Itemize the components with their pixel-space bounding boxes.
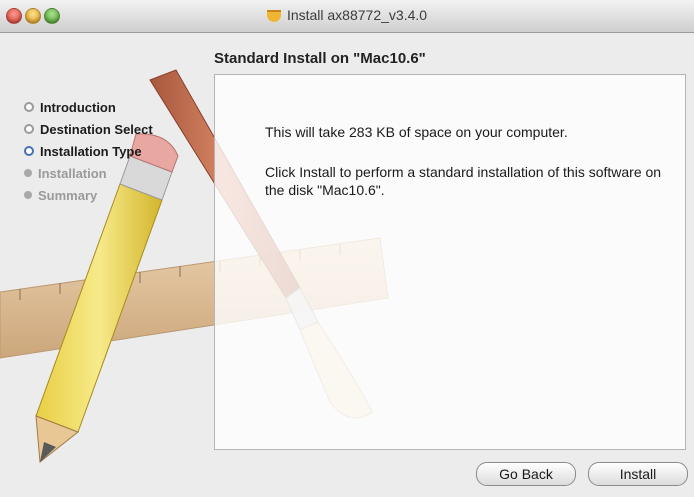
page-heading: Standard Install on "Mac10.6" xyxy=(214,50,426,67)
step-installation: Installation xyxy=(24,162,153,184)
step-label: Installation Type xyxy=(40,143,142,159)
install-button[interactable]: Install xyxy=(588,462,688,486)
step-label: Introduction xyxy=(40,99,116,115)
step-introduction: Introduction xyxy=(24,96,153,118)
installer-window: Install ax88772_v3.4.0 Standard Install … xyxy=(0,0,694,497)
go-back-button[interactable]: Go Back xyxy=(476,462,576,486)
install-instructions-text: Click Install to perform a standard inst… xyxy=(265,164,662,198)
step-summary: Summary xyxy=(24,184,153,206)
package-icon xyxy=(266,10,281,23)
step-label: Destination Select xyxy=(40,121,153,137)
window-title: Install ax88772_v3.4.0 xyxy=(0,7,694,23)
step-bullet-icon xyxy=(24,169,32,177)
window-title-text: Install ax88772_v3.4.0 xyxy=(286,7,428,23)
title-bar[interactable]: Install ax88772_v3.4.0 xyxy=(0,0,694,33)
current-step-bullet-icon xyxy=(24,146,34,156)
step-destination-select: Destination Select xyxy=(24,118,153,140)
step-bullet-icon xyxy=(24,124,34,134)
content-panel: This will take 283 KB of space on your c… xyxy=(214,74,686,450)
space-required-text: This will take 283 KB of space on your c… xyxy=(265,124,568,140)
step-installation-type: Installation Type xyxy=(24,140,153,162)
step-label: Installation xyxy=(38,165,107,181)
step-bullet-icon xyxy=(24,191,32,199)
steps-list: Introduction Destination Select Installa… xyxy=(24,96,153,206)
step-bullet-icon xyxy=(24,102,34,112)
step-label: Summary xyxy=(38,187,98,203)
